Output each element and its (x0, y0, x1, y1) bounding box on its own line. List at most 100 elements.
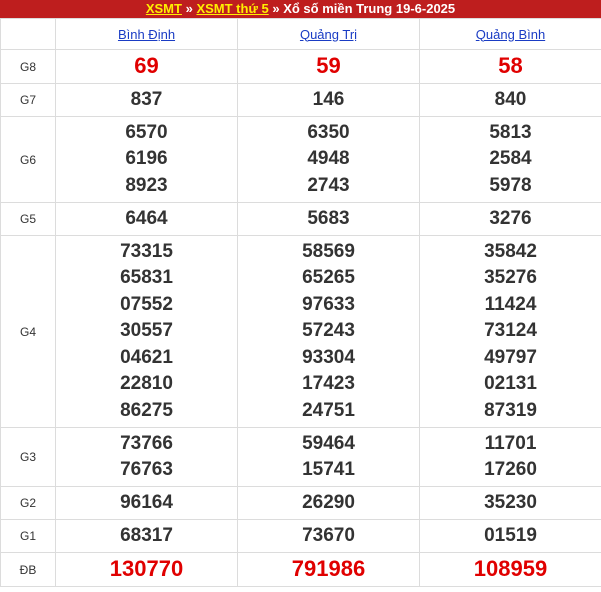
prize-number: 6350 (307, 121, 350, 143)
prize-number: 58569 (302, 240, 355, 262)
province-link-binh-dinh[interactable]: Bình Định (118, 27, 175, 42)
prize-label: G4 (0, 235, 56, 428)
prize-cell: 01519 (419, 519, 601, 553)
prize-number: 86275 (120, 399, 173, 421)
prize-number: 87319 (484, 399, 537, 421)
prize-row-g7: G7 837 146 840 (0, 83, 601, 117)
prize-number: 2743 (307, 174, 350, 196)
prize-row-g3: G3 73766 76763 59464 15741 11701 17260 (0, 427, 601, 487)
prize-label: G1 (0, 519, 56, 553)
prize-number: 93304 (302, 346, 355, 368)
prize-number: 57243 (302, 320, 355, 342)
province-header-row: Bình Định Quảng Trị Quảng Bình (0, 18, 601, 50)
prize-cell: 5683 (237, 202, 420, 236)
prize-row-g5: G5 6464 5683 3276 (0, 202, 601, 236)
prize-number: 840 (494, 88, 527, 110)
province-link-quang-binh[interactable]: Quảng Bình (476, 27, 545, 42)
prize-cell: 58569 65265 97633 57243 93304 17423 24751 (237, 235, 420, 428)
prize-label: G3 (0, 427, 56, 487)
prize-number: 791986 (291, 556, 366, 582)
results-widget: XSMT » XSMT thứ 5 » Xổ số miền Trung 19-… (0, 0, 601, 592)
prize-number: 24751 (302, 399, 355, 421)
breadcrumb-separator: » (185, 1, 193, 16)
prize-number: 11701 (484, 432, 537, 454)
prize-cell: 96164 (55, 486, 238, 520)
prize-number: 04621 (120, 346, 173, 368)
prize-number: 30557 (120, 320, 173, 342)
xsmt-thursday-link[interactable]: XSMT thứ 5 (196, 1, 268, 16)
prize-number: 6570 (125, 121, 168, 143)
prize-number: 8923 (125, 174, 168, 196)
prize-cell: 840 (419, 83, 601, 117)
prize-cell: 58 (419, 49, 601, 84)
prize-cell: 5813 2584 5978 (419, 116, 601, 203)
prize-cell: 130770 (55, 552, 238, 587)
prize-number: 07552 (120, 293, 173, 315)
prize-number: 5813 (489, 121, 532, 143)
prize-label: G8 (0, 49, 56, 84)
prize-label: G7 (0, 83, 56, 117)
prize-number: 837 (130, 88, 163, 110)
prize-number: 6196 (125, 148, 168, 170)
prize-number: 2584 (489, 148, 532, 170)
prize-cell: 146 (237, 83, 420, 117)
prize-number: 15741 (302, 459, 355, 480)
prize-number: 35230 (484, 491, 537, 513)
prize-cell: 59464 15741 (237, 427, 420, 487)
province-header: Quảng Trị (237, 18, 420, 50)
prize-number: 49797 (484, 346, 537, 368)
province-link-quang-tri[interactable]: Quảng Trị (300, 27, 357, 42)
prize-number: 17260 (484, 459, 537, 480)
prize-cell: 73315 65831 07552 30557 04621 22810 86275 (55, 235, 238, 428)
prize-label: G6 (0, 116, 56, 203)
prize-label: G5 (0, 202, 56, 236)
prize-label: G2 (0, 486, 56, 520)
prize-number: 73124 (484, 320, 537, 342)
prize-number: 73670 (302, 524, 355, 546)
prize-number: 5978 (489, 174, 532, 196)
prize-cell: 26290 (237, 486, 420, 520)
prize-cell: 35230 (419, 486, 601, 520)
prize-row-g4: G4 73315 65831 07552 30557 04621 22810 86275 585… (0, 235, 601, 428)
results-table: Bình Định Quảng Trị Quảng Bình G8 69 59 58 G… (0, 18, 601, 587)
breadcrumb-separator: » (272, 1, 280, 16)
prize-cell: 6570 6196 8923 (55, 116, 238, 203)
prize-number: 6464 (125, 207, 168, 229)
prize-cell: 59 (237, 49, 420, 84)
prize-row-g6: G6 6570 6196 8923 6350 4948 2743 5813 2584 5978 (0, 116, 601, 203)
prize-row-g1: G1 68317 73670 01519 (0, 519, 601, 553)
prize-number: 130770 (109, 556, 184, 582)
prize-number: 26290 (302, 491, 355, 513)
prize-cell: 3276 (419, 202, 601, 236)
header-blank-cell (0, 18, 56, 50)
prize-cell: 791986 (237, 552, 420, 587)
prize-number: 35842 (484, 240, 537, 262)
prize-number: 108959 (473, 556, 548, 582)
prize-row-đb: ĐB 130770 791986 108959 (0, 552, 601, 587)
prize-number: 01519 (484, 524, 537, 546)
prize-cell: 6350 4948 2743 (237, 116, 420, 203)
prize-number: 68317 (120, 524, 173, 546)
xsmt-link[interactable]: XSMT (146, 1, 182, 16)
prize-number: 97633 (302, 293, 355, 315)
prize-number: 65831 (120, 267, 173, 289)
prize-cell: 6464 (55, 202, 238, 236)
page-title: Xổ số miền Trung 19-6-2025 (283, 1, 456, 16)
prize-cell: 69 (55, 49, 238, 84)
prize-cell: 837 (55, 83, 238, 117)
prize-number: 17423 (302, 373, 355, 395)
prize-number: 69 (134, 53, 159, 79)
prize-label: ĐB (0, 552, 56, 587)
prize-cell: 35842 35276 11424 73124 49797 02131 87319 (419, 235, 601, 428)
province-header: Quảng Bình (419, 18, 601, 50)
prize-number: 11424 (484, 293, 537, 315)
prize-number: 59464 (302, 432, 355, 454)
prize-cell: 68317 (55, 519, 238, 553)
prize-cell: 73766 76763 (55, 427, 238, 487)
prize-number: 35276 (484, 267, 537, 289)
prize-number: 65265 (302, 267, 355, 289)
prize-cell: 73670 (237, 519, 420, 553)
prize-number: 3276 (489, 207, 532, 229)
prize-number: 96164 (120, 491, 173, 513)
prize-number: 02131 (484, 373, 537, 395)
